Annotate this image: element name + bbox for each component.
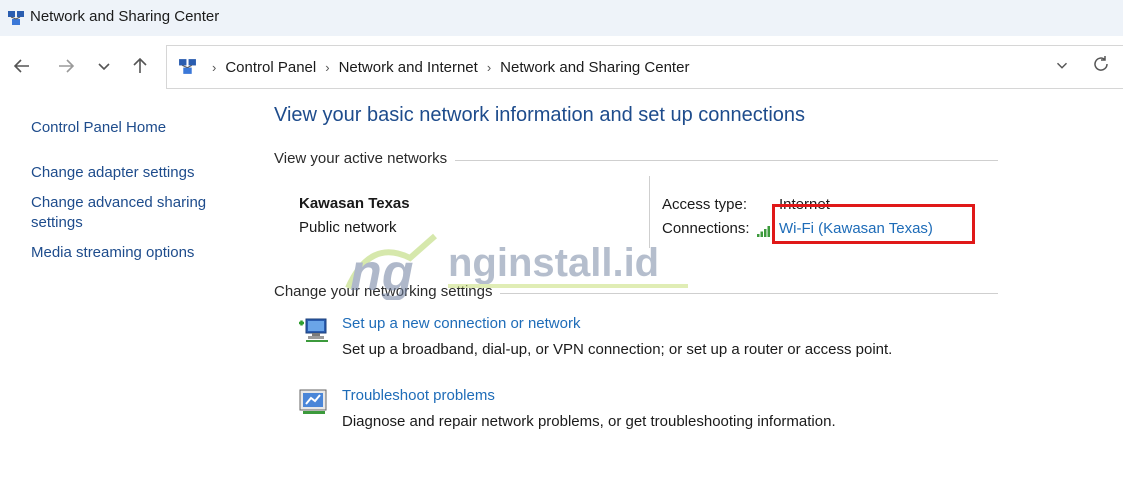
network-center-icon: [8, 11, 24, 25]
troubleshoot-icon: [299, 389, 327, 414]
troubleshoot-description: Diagnose and repair network problems, or…: [342, 413, 836, 430]
setup-connection-link[interactable]: Set up a new connection or network: [342, 315, 580, 332]
recent-locations-button[interactable]: [93, 56, 115, 78]
page-title: View your basic network information and …: [274, 104, 806, 126]
chevron-down-icon: [98, 63, 110, 71]
refresh-icon: [1094, 56, 1108, 71]
change-settings-label: Change your networking settings: [274, 283, 501, 300]
breadcrumb-separator-icon[interactable]: ›: [212, 60, 216, 75]
network-category: Public network: [299, 219, 397, 236]
navigation-bar: › Control Panel › Network and Internet › Netw…: [0, 36, 1123, 96]
wifi-signal-icon: [757, 226, 770, 237]
watermark-text: nginstall.id: [448, 241, 659, 285]
sidebar-item-media-streaming-options[interactable]: Media streaming options: [31, 243, 241, 263]
arrow-left-icon: [13, 59, 29, 73]
back-button[interactable]: [11, 56, 33, 78]
address-bar[interactable]: › Control Panel › Network and Internet › Netw…: [166, 45, 1123, 89]
breadcrumb-network-and-internet[interactable]: Network and Internet: [339, 59, 478, 76]
sidebar-item-change-advanced-sharing-settings[interactable]: Change advanced sharing settings: [31, 193, 241, 233]
breadcrumb-control-panel[interactable]: Control Panel: [225, 59, 316, 76]
title-bar: Network and Sharing Center: [0, 0, 1123, 36]
up-button[interactable]: [129, 56, 151, 78]
refresh-button[interactable]: [1091, 54, 1111, 80]
forward-button[interactable]: [55, 56, 77, 78]
address-history-dropdown[interactable]: [1053, 56, 1071, 79]
breadcrumb-network-and-sharing-center[interactable]: Network and Sharing Center: [500, 59, 689, 76]
network-name: Kawasan Texas: [299, 195, 410, 212]
sidebar: Control Panel Home Change adapter settin…: [31, 118, 241, 273]
highlight-box: [772, 204, 975, 244]
setup-connection-description: Set up a broadband, dial-up, or VPN conn…: [342, 341, 893, 358]
arrow-right-icon: [59, 59, 75, 73]
breadcrumb-separator-icon[interactable]: ›: [487, 60, 491, 75]
sidebar-item-control-panel-home[interactable]: Control Panel Home: [31, 118, 241, 138]
troubleshoot-link[interactable]: Troubleshoot problems: [342, 387, 495, 404]
chevron-down-icon: [1056, 62, 1068, 69]
connections-label: Connections:: [662, 220, 750, 237]
sidebar-item-change-adapter-settings[interactable]: Change adapter settings: [31, 163, 241, 183]
access-type-label: Access type:: [662, 196, 748, 213]
arrow-up-icon: [133, 57, 147, 73]
network-center-icon: [179, 59, 196, 74]
new-connection-icon: [299, 318, 328, 342]
window-title: Network and Sharing Center: [30, 8, 220, 25]
network-divider: [649, 176, 650, 248]
active-networks-label: View your active networks: [274, 150, 456, 167]
breadcrumb: › Control Panel › Network and Internet › Netw…: [203, 59, 689, 76]
breadcrumb-separator-icon[interactable]: ›: [325, 60, 329, 75]
